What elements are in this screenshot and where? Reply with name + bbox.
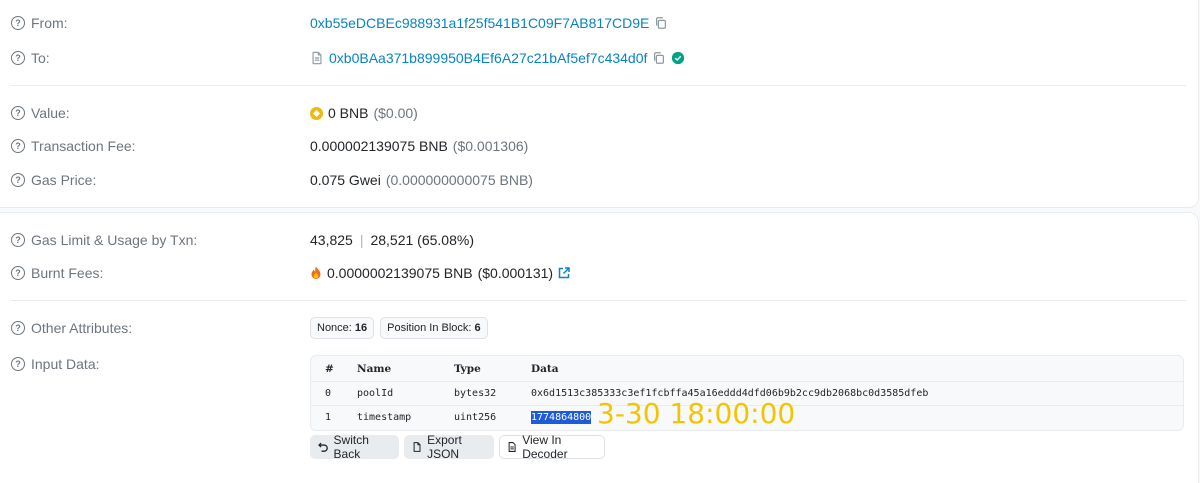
- burnt-fees-usd: ($0.000131): [477, 265, 554, 281]
- help-icon[interactable]: ?: [11, 321, 25, 335]
- external-link-icon[interactable]: [558, 267, 570, 279]
- from-row: ? From: 0xb55eDCBEc988931a1f25f541B1C09F…: [0, 11, 1190, 35]
- column-header-index: #: [325, 362, 334, 375]
- burnt-fees-row: ? Burnt Fees: 0.0000002139075 BNB ($0.00…: [0, 261, 1190, 285]
- file-icon: [413, 442, 421, 452]
- gas-price-label-text: Gas Price:: [31, 172, 97, 188]
- burnt-fees-value: 0.0000002139075 BNB ($0.000131): [310, 261, 570, 285]
- input-data-label-text: Input Data:: [31, 356, 100, 372]
- input-data-label: ? Input Data:: [11, 352, 100, 376]
- gas-price-row: ? Gas Price: 0.075 Gwei (0.000000000075 …: [0, 168, 1190, 192]
- nonce-badge: Nonce: 16: [310, 317, 375, 339]
- help-icon[interactable]: ?: [11, 51, 25, 65]
- view-in-decoder-button[interactable]: View In Decoder: [499, 433, 605, 461]
- fire-icon: [311, 266, 321, 279]
- from-label-text: From:: [31, 15, 68, 31]
- gas-limit-label-text: Gas Limit & Usage by Txn:: [31, 232, 198, 248]
- from-label: ? From:: [11, 11, 68, 35]
- help-icon[interactable]: ?: [11, 357, 25, 371]
- gas-price-label: ? Gas Price:: [11, 168, 96, 192]
- timestamp-annotation: 3-30 18:00:00: [597, 397, 796, 430]
- position-label: Position In Block:: [387, 322, 472, 334]
- help-icon[interactable]: ?: [11, 106, 25, 120]
- row-index: 1: [325, 412, 332, 423]
- other-attributes-value: Nonce: 16 Position In Block: 6: [310, 316, 494, 340]
- transaction-fee-label: ? Transaction Fee:: [11, 134, 136, 158]
- value-value: 0 BNB ($0.00): [310, 101, 418, 125]
- bnb-coin-icon: [310, 106, 323, 120]
- transaction-fee-amount: 0.000002139075 BNB: [310, 138, 448, 154]
- to-address-link[interactable]: 0xb0BAa371b899950B4Ef6A27c21bAf5ef7c434d…: [329, 50, 647, 66]
- burnt-fees-amount: 0.0000002139075 BNB: [327, 265, 473, 281]
- gas-usage-amount: 28,521 (65.08%): [370, 232, 474, 248]
- gas-limit-label: ? Gas Limit & Usage by Txn:: [11, 228, 197, 252]
- contract-file-icon: [312, 51, 322, 65]
- value-amount: 0 BNB: [328, 105, 369, 121]
- to-label-text: To:: [31, 50, 50, 66]
- help-icon[interactable]: ?: [11, 233, 25, 247]
- row-type: uint256: [454, 412, 497, 423]
- switch-back-button[interactable]: Switch Back: [310, 433, 399, 461]
- transaction-fee-label-text: Transaction Fee:: [31, 138, 136, 154]
- table-header: # Name Type Data: [311, 357, 1183, 380]
- other-attributes-label: ? Other Attributes:: [11, 316, 132, 340]
- from-address-link[interactable]: 0xb55eDCBEc988931a1f25f541B1C09F7AB817CD…: [310, 15, 649, 31]
- burnt-fees-label: ? Burnt Fees:: [11, 261, 103, 285]
- export-json-label: Export JSON: [427, 433, 462, 461]
- gas-limit-amount: 43,825: [310, 232, 353, 248]
- row-type: bytes32: [454, 388, 497, 399]
- row-index: 0: [325, 388, 332, 399]
- export-json-button[interactable]: Export JSON: [404, 433, 494, 461]
- copy-icon[interactable]: [654, 16, 668, 30]
- transaction-fee-usd: ($0.001306): [452, 138, 529, 154]
- to-label: ? To:: [11, 46, 50, 70]
- divider: [10, 85, 1186, 86]
- transaction-fee-value: 0.000002139075 BNB ($0.001306): [310, 134, 528, 158]
- to-value: 0xb0BAa371b899950B4Ef6A27c21bAf5ef7c434d…: [310, 46, 685, 70]
- to-row: ? To: 0xb0BAa371b899950B4Ef6A27c21bAf5ef…: [0, 46, 1190, 70]
- column-header-data: Data: [531, 362, 559, 375]
- burnt-fees-label-text: Burnt Fees:: [31, 265, 104, 281]
- verified-check-icon: [672, 51, 685, 65]
- value-label: ? Value:: [11, 101, 70, 125]
- value-usd: ($0.00): [373, 105, 418, 121]
- position-value: 6: [474, 322, 481, 334]
- gas-price-amount: 0.075 Gwei: [310, 172, 381, 188]
- separator: |: [359, 232, 364, 248]
- row-data-selected[interactable]: 1774864800: [531, 411, 592, 424]
- row-name: timestamp: [357, 412, 412, 423]
- position-badge: Position In Block: 6: [380, 317, 488, 339]
- help-icon[interactable]: ?: [11, 266, 25, 280]
- other-attributes-row: ? Other Attributes: Nonce: 16 Position I…: [0, 316, 1190, 340]
- document-icon: [508, 442, 516, 452]
- help-icon[interactable]: ?: [11, 139, 25, 153]
- copy-icon[interactable]: [652, 51, 666, 65]
- value-row: ? Value: 0 BNB ($0.00): [0, 101, 1190, 125]
- nonce-value: 16: [354, 322, 368, 334]
- value-label-text: Value:: [31, 105, 70, 121]
- divider: [10, 300, 1186, 301]
- undo-icon: [318, 442, 328, 452]
- transaction-fee-row: ? Transaction Fee: 0.000002139075 BNB ($…: [0, 134, 1190, 158]
- gas-price-detail: (0.000000000075 BNB): [385, 172, 533, 188]
- view-in-decoder-label: View In Decoder: [522, 433, 568, 461]
- column-header-name: Name: [357, 362, 392, 375]
- other-attributes-label-text: Other Attributes:: [31, 320, 133, 336]
- nonce-label: Nonce:: [317, 322, 352, 334]
- row-name: poolId: [357, 388, 394, 399]
- gas-price-value: 0.075 Gwei (0.000000000075 BNB): [310, 168, 533, 192]
- help-icon[interactable]: ?: [11, 173, 25, 187]
- help-icon[interactable]: ?: [11, 16, 25, 30]
- gas-limit-row: ? Gas Limit & Usage by Txn: 43,825 | 28,…: [0, 228, 1190, 252]
- switch-back-label: Switch Back: [333, 433, 369, 461]
- from-value: 0xb55eDCBEc988931a1f25f541B1C09F7AB817CD…: [310, 11, 668, 35]
- column-header-type: Type: [454, 362, 481, 375]
- gas-limit-value: 43,825 | 28,521 (65.08%): [310, 228, 474, 252]
